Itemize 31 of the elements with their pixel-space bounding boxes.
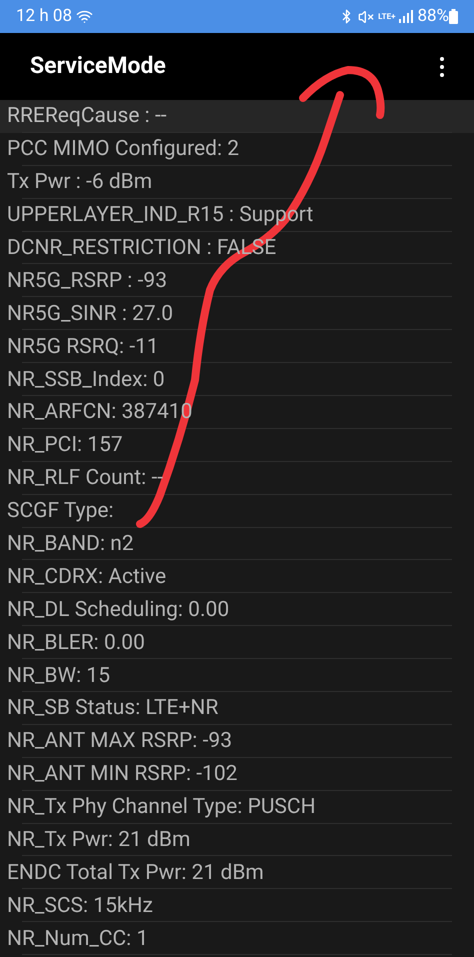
info-row: NR_Tx Pwr: 21 dBm	[7, 827, 190, 854]
signal-icon	[399, 10, 414, 23]
mute-icon	[358, 8, 374, 24]
info-row: NR5G_RSRP : -93	[7, 268, 168, 294]
app-title: ServiceMode	[30, 51, 167, 82]
info-row: ENDC Total Tx Pwr: 21 dBm	[7, 860, 264, 886]
info-row: NR_Num_CC: 1	[7, 926, 148, 952]
info-row: NR_BW: 15	[7, 662, 110, 689]
info-row: PCC MIMO Configured: 2	[7, 136, 240, 162]
info-row: RREReqCause : --	[7, 103, 167, 130]
battery-level: 88%	[417, 4, 449, 28]
info-row: NR_ANT MIN RSRP: -102	[7, 761, 238, 788]
info-row: SCGF Type:	[7, 498, 114, 524]
info-row: NR_SB Status: LTE+NR	[7, 695, 218, 722]
info-row: NR_Tx Phy Channel Type: PUSCH	[7, 794, 316, 820]
network-type: LTE+	[378, 12, 396, 20]
wifi-icon	[76, 8, 94, 25]
info-row: NR5G_SINR : 27.0	[7, 300, 174, 327]
info-row: NR_SSB_Index: 0	[7, 366, 165, 393]
info-row: NR_BLER: 0.00	[7, 630, 145, 656]
info-row: NR_ANT MAX RSRP: -93	[7, 728, 232, 754]
info-row: NR_BAND: n2	[7, 531, 134, 558]
clock: 12 h 08	[16, 4, 72, 28]
info-row: NR_CDRX: Active	[7, 564, 166, 590]
info-row: NR_PCI: 157	[7, 432, 123, 458]
battery-icon	[449, 9, 458, 24]
info-row: NR_SCS: 15kHz	[7, 892, 153, 919]
info-row: Tx Pwr : -6 dBm	[7, 169, 152, 196]
more-options-button[interactable]	[440, 56, 444, 76]
info-row: NR5G RSRQ: -11	[7, 334, 159, 360]
info-row: NR_DL Scheduling: 0.00	[7, 596, 230, 623]
